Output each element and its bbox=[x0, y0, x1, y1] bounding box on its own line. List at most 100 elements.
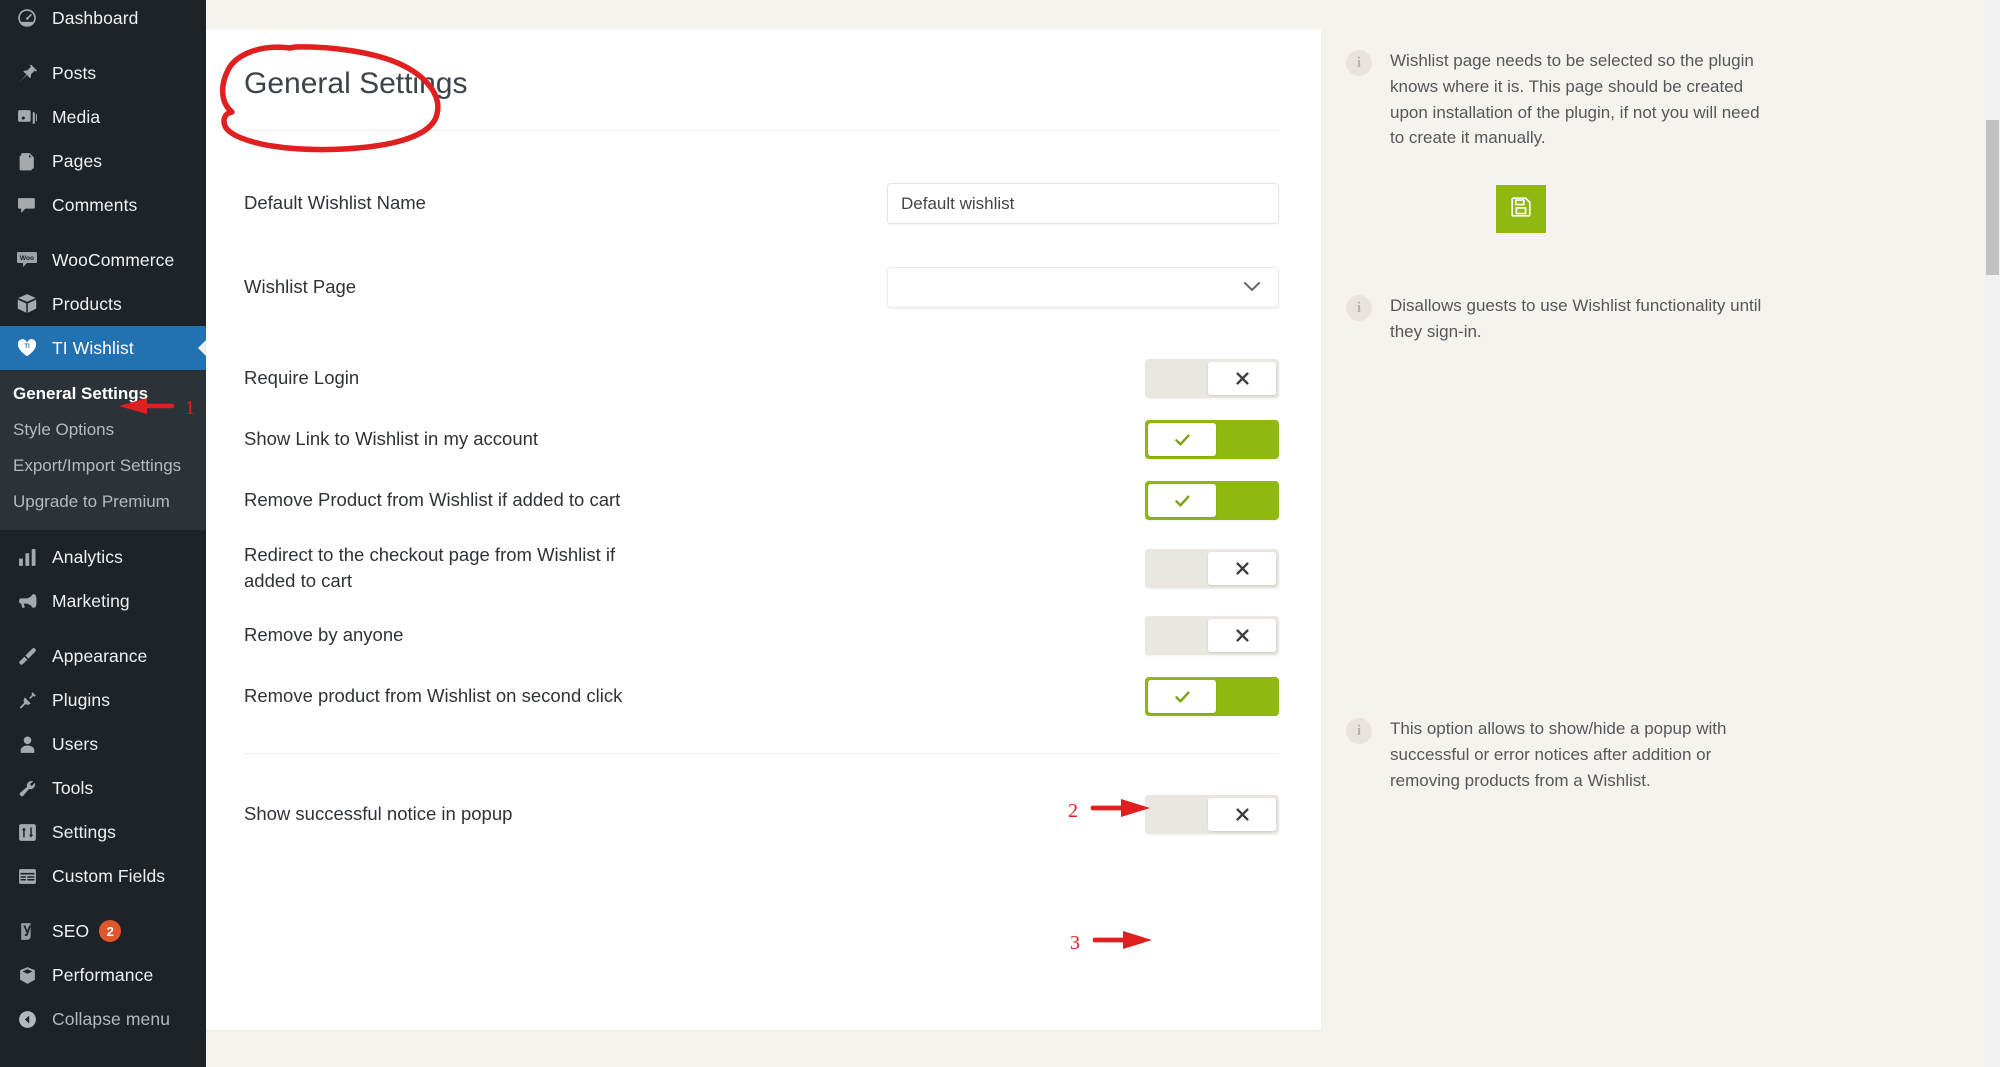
info-icon: i bbox=[1346, 295, 1372, 321]
info-text: Disallows guests to use Wishlist functio… bbox=[1390, 296, 1762, 341]
sidebar-item-upgrade-to-premium[interactable]: Upgrade to Premium bbox=[0, 484, 206, 520]
sidebar-item-products[interactable]: Products bbox=[0, 282, 206, 326]
sidebar-item-label: Collapse menu bbox=[52, 1008, 171, 1029]
sidebar-item-dashboard[interactable]: Dashboard bbox=[0, 0, 206, 40]
sidebar-item-pages[interactable]: Pages bbox=[0, 139, 206, 183]
sidebar-item-label: Marketing bbox=[52, 590, 130, 611]
check-icon bbox=[1174, 433, 1191, 447]
screen: Dashboard Posts Media Pages Comments Woo… bbox=[0, 0, 2000, 1067]
field-label: Remove product from Wishlist on second c… bbox=[244, 685, 623, 707]
sidebar-item-custom-fields[interactable]: Custom Fields bbox=[0, 854, 206, 898]
toggle-require-login[interactable] bbox=[1145, 359, 1279, 398]
field-label: Remove by anyone bbox=[244, 624, 404, 646]
field-label: Redirect to the checkout page from Wishl… bbox=[244, 543, 616, 591]
field-label: Wishlist Page bbox=[244, 276, 357, 298]
sidebar-item-label: Performance bbox=[52, 964, 154, 985]
collapse-icon bbox=[13, 1005, 41, 1033]
sidebar-item-label: Users bbox=[52, 733, 99, 754]
sidebar-item-appearance[interactable]: Appearance bbox=[0, 634, 206, 678]
sidebar-item-label: Custom Fields bbox=[52, 865, 166, 886]
plug-icon bbox=[13, 686, 41, 714]
save-icon bbox=[1510, 196, 1532, 223]
scrollbar-track[interactable] bbox=[1985, 0, 2000, 1067]
toggle-show-link-to-wishlist[interactable] bbox=[1145, 420, 1279, 459]
sidebar-item-posts[interactable]: Posts bbox=[0, 51, 206, 95]
sidebar-item-settings[interactable]: Settings bbox=[0, 810, 206, 854]
sidebar-item-style-options[interactable]: Style Options bbox=[0, 412, 206, 448]
main-content: General Settings Default Wishlist Name W… bbox=[206, 0, 1985, 1067]
cross-icon bbox=[1235, 628, 1250, 643]
sidebar-item-label: Media bbox=[52, 106, 101, 127]
sidebar-item-ti-wishlist[interactable]: TI TI Wishlist bbox=[0, 326, 206, 370]
sidebar-item-export-import-settings[interactable]: Export/Import Settings bbox=[0, 448, 206, 484]
sidebar-item-plugins[interactable]: Plugins bbox=[0, 678, 206, 722]
sidebar-item-label: Appearance bbox=[52, 645, 148, 666]
page-title: General Settings bbox=[244, 67, 468, 100]
wishlist-page-select-box[interactable] bbox=[887, 267, 1279, 308]
settings-panel: General Settings Default Wishlist Name W… bbox=[206, 30, 1321, 1030]
pages-icon bbox=[13, 147, 41, 175]
sidebar-item-woocommerce[interactable]: Woo WooCommerce bbox=[0, 238, 206, 282]
heart-icon: TI bbox=[13, 334, 41, 362]
field-label: Show Link to Wishlist in my account bbox=[244, 428, 539, 450]
field-remove-on-second-click: Remove product from Wishlist on second c… bbox=[244, 666, 1279, 727]
sidebar-item-label: SEO bbox=[52, 920, 90, 941]
field-remove-product-if-added-to-cart: Remove Product from Wishlist if added to… bbox=[244, 470, 1279, 531]
field-default-wishlist-name: Default Wishlist Name bbox=[244, 173, 1279, 234]
field-show-successful-notice: Show successful notice in popup bbox=[244, 784, 1279, 845]
svg-text:TI: TI bbox=[24, 344, 30, 350]
toggle-redirect-to-checkout[interactable] bbox=[1145, 548, 1279, 588]
field-require-login: Require Login bbox=[244, 348, 1279, 409]
performance-icon bbox=[13, 961, 41, 989]
toggle-remove-on-second-click[interactable] bbox=[1145, 677, 1279, 716]
field-wishlist-page: Wishlist Page bbox=[244, 257, 1279, 318]
status-badge: 2 bbox=[99, 920, 122, 942]
sidebar-item-analytics[interactable]: Analytics bbox=[0, 535, 206, 579]
sidebar-item-media[interactable]: Media bbox=[0, 95, 206, 139]
dashboard-icon bbox=[13, 4, 41, 32]
title-divider bbox=[244, 130, 1279, 131]
toggle-knob bbox=[1148, 484, 1216, 517]
toggle-remove-product-if-added-to-cart[interactable] bbox=[1145, 481, 1279, 520]
sidebar-item-label: Comments bbox=[52, 194, 138, 215]
toggle-remove-by-anyone[interactable] bbox=[1145, 616, 1279, 655]
sidebar-separator bbox=[0, 227, 206, 238]
toggle-knob bbox=[1208, 551, 1276, 585]
wishlist-page-select[interactable] bbox=[887, 267, 1279, 308]
yoast-icon bbox=[13, 917, 41, 945]
save-button[interactable] bbox=[1496, 185, 1546, 233]
cross-icon bbox=[1235, 807, 1250, 822]
sidebar-item-seo[interactable]: SEO 2 bbox=[0, 909, 206, 953]
submenu-label: Export/Import Settings bbox=[13, 456, 182, 475]
sidebar-item-label: Products bbox=[52, 293, 122, 314]
sidebar-item-collapse-menu[interactable]: Collapse menu bbox=[0, 997, 206, 1041]
toggle-knob bbox=[1208, 798, 1276, 831]
sidebar-item-label: WooCommerce bbox=[52, 249, 175, 270]
sidebar-item-label: TI Wishlist bbox=[52, 337, 134, 358]
sidebar-separator bbox=[0, 623, 206, 634]
sidebar-item-label: Posts bbox=[52, 62, 97, 83]
woo-icon: Woo bbox=[13, 246, 41, 274]
toggle-knob bbox=[1148, 680, 1216, 713]
sidebar-item-label: Settings bbox=[52, 821, 117, 842]
scrollbar-thumb[interactable] bbox=[1986, 120, 1999, 275]
check-icon bbox=[1174, 690, 1191, 704]
pin-icon bbox=[13, 59, 41, 87]
default-wishlist-name-input[interactable] bbox=[887, 183, 1279, 224]
cross-icon bbox=[1235, 371, 1250, 386]
user-icon bbox=[13, 730, 41, 758]
info-show-successful-notice: i This option allows to show/hide a popu… bbox=[1346, 716, 1776, 793]
info-require-login: i Disallows guests to use Wishlist funct… bbox=[1346, 293, 1776, 345]
cross-icon bbox=[1235, 561, 1250, 576]
sidebar-item-performance[interactable]: Performance bbox=[0, 953, 206, 997]
toggle-show-successful-notice[interactable] bbox=[1145, 795, 1279, 834]
sidebar-item-comments[interactable]: Comments bbox=[0, 183, 206, 227]
sidebar-item-general-settings[interactable]: General Settings bbox=[0, 376, 206, 412]
field-label: Show successful notice in popup bbox=[244, 803, 513, 825]
check-icon bbox=[1174, 494, 1191, 508]
sidebar-item-marketing[interactable]: Marketing bbox=[0, 579, 206, 623]
sidebar-item-users[interactable]: Users bbox=[0, 722, 206, 766]
info-icon: i bbox=[1346, 718, 1372, 744]
brush-icon bbox=[13, 642, 41, 670]
sidebar-item-tools[interactable]: Tools bbox=[0, 766, 206, 810]
